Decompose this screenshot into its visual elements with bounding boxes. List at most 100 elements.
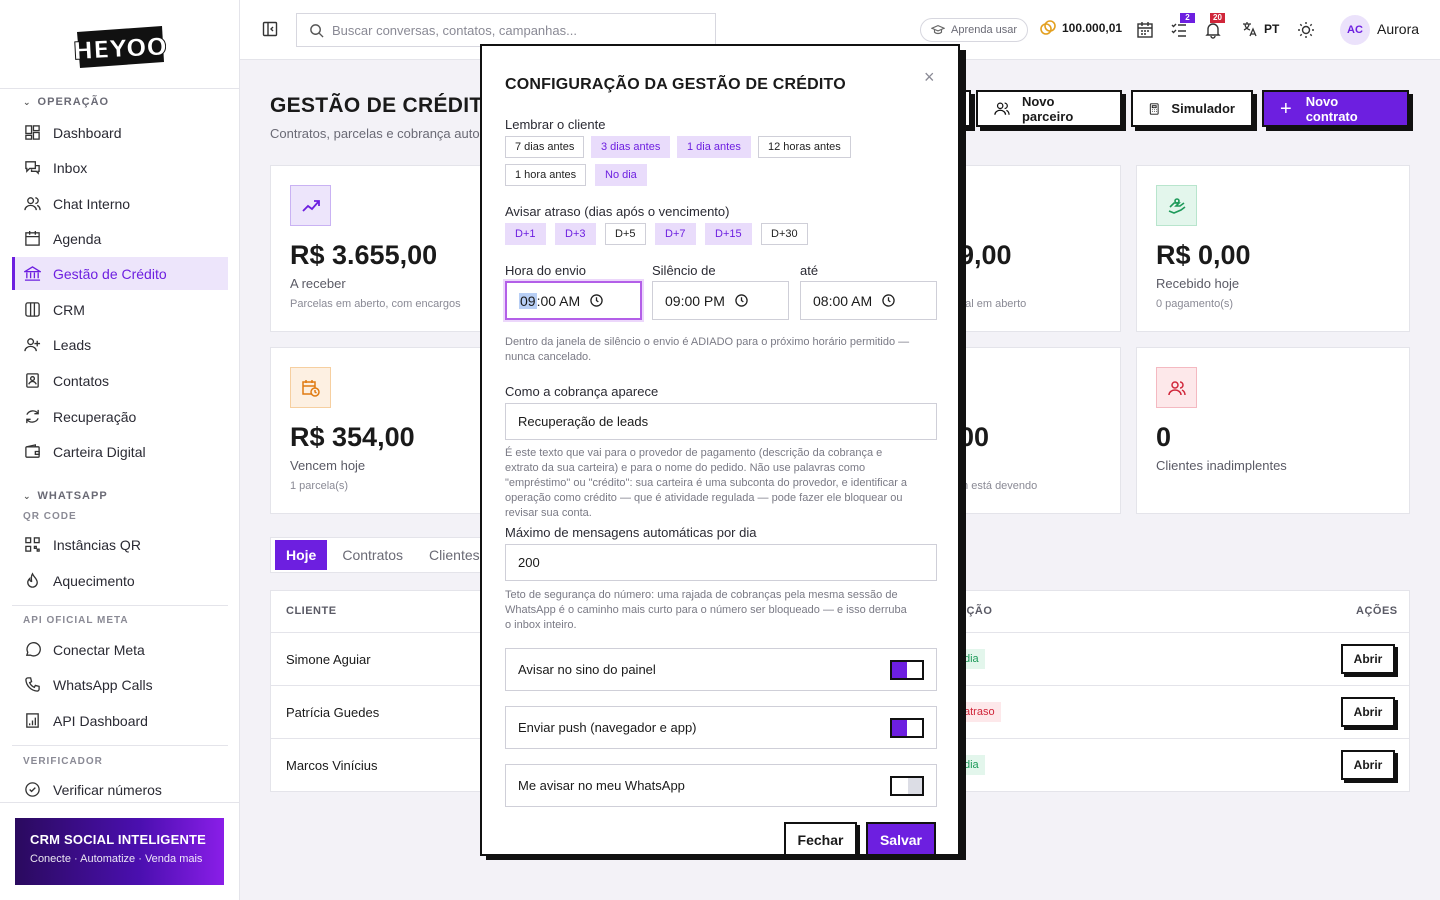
graduation-cap-icon [931,25,945,35]
sidebar-toggle-icon[interactable] [262,21,278,37]
search-input[interactable] [332,22,692,38]
remind-chip-12h[interactable]: 12 horas antes [758,136,851,158]
sidebar-item-aquecimento[interactable]: Aquecimento [12,564,228,597]
sidebar-item-crm[interactable]: CRM [12,293,228,326]
clock-icon[interactable] [882,294,895,307]
open-button[interactable]: Abrir [1341,644,1395,674]
client-name: Patrícia Guedes [286,705,380,720]
sidebar-item-contatos[interactable]: Contatos [12,364,228,397]
late-chip-d7[interactable]: D+7 [655,223,696,245]
heyoo-logo[interactable]: HEYOO [74,22,166,72]
sun-icon[interactable] [1297,21,1315,39]
send-time-input[interactable]: 09:00 AM [505,281,642,320]
task-list-icon[interactable] [1170,21,1188,39]
late-chip-d30[interactable]: D+30 [761,223,808,245]
open-button[interactable]: Abrir [1341,697,1395,727]
section-whatsapp[interactable]: ⌄ WHATSAPP [23,490,108,502]
users-icon [1156,367,1197,408]
silence-to-label: até [800,263,819,278]
sidebar-item-recuperacao[interactable]: Recuperação [12,400,228,433]
simulator-button[interactable]: Simulador [1131,90,1253,127]
sidebar-item-api-dashboard[interactable]: API Dashboard [12,704,228,737]
sidebar-item-inbox[interactable]: Inbox [12,151,228,184]
flame-icon [27,572,38,588]
credits-balance[interactable]: 100.000,01 [1040,20,1122,36]
silence-from-input[interactable]: 09:00 PM [652,281,789,320]
push-notify-switch[interactable] [890,718,924,738]
late-chip-d3[interactable]: D+3 [555,223,596,245]
calendar-icon[interactable] [1136,21,1154,39]
money-hand-icon [1156,185,1197,226]
appear-input[interactable]: Recuperação de leads [505,403,937,440]
search-box[interactable] [296,13,716,47]
sidebar-item-leads[interactable]: Leads [12,328,228,361]
chevron-down-icon: ⌄ [23,96,32,107]
simulator-label: Simulador [1171,101,1235,116]
tab-hoje[interactable]: Hoje [275,540,328,570]
trending-up-icon [290,185,331,226]
modal-title: CONFIGURAÇÃO DA GESTÃO DE CRÉDITO [505,76,846,93]
close-icon[interactable]: × [924,67,935,88]
page-subtitle: Contratos, parcelas e cobrança autom [270,126,491,141]
card-value: R$ 3.655,00 [290,240,438,270]
max-messages-input[interactable]: 200 [505,544,937,581]
whatsapp-notify-switch[interactable] [890,776,924,796]
bank-icon [24,266,41,281]
section-operacao[interactable]: ⌄ OPERAÇÃO [23,96,109,108]
remind-chip-7d[interactable]: 7 dias antes [505,136,585,158]
sidebar-item-chat-interno[interactable]: Chat Interno [12,187,228,220]
tab-contratos[interactable]: Contratos [331,540,414,570]
sidebar-item-gestao-credito[interactable]: Gestão de Crédito [12,257,228,290]
columns-icon [25,302,40,317]
qr-code-icon [25,537,40,552]
tasks-badge: 2 [1180,13,1195,23]
new-partner-button[interactable]: Novo parceiro [976,90,1122,127]
card-inadimplentes: 0 Clientes inadimplentes [1136,347,1410,514]
appear-label: Como a cobrança aparece [505,384,659,399]
sidebar-item-dashboard[interactable]: Dashboard [12,116,228,149]
clock-icon[interactable] [735,294,748,307]
avatar[interactable]: AC [1340,15,1370,45]
late-chip-d1[interactable]: D+1 [505,223,546,245]
svg-text:HEYOO: HEYOO [74,33,166,66]
toggle-row-sino[interactable]: Avisar no sino do painel [505,648,937,691]
toggle-row-push[interactable]: Enviar push (navegador e app) [505,706,937,749]
users-icon [994,102,1010,115]
promo-subtitle: Conecte · Automatize · Venda mais [30,853,203,865]
learn-button[interactable]: Aprenda usar [920,18,1029,42]
save-button[interactable]: Salvar [866,822,936,854]
remind-chip-3d[interactable]: 3 dias antes [591,136,671,158]
silence-from-value: 09:00 PM [665,292,725,309]
report-icon [26,713,39,728]
late-chip-d15[interactable]: D+15 [705,223,752,245]
language-selector[interactable]: PT [1242,21,1279,37]
column-header-client: CLIENTE [286,605,337,617]
sidebar-item-whatsapp-calls[interactable]: WhatsApp Calls [12,668,228,701]
new-partner-label: Novo parceiro [1021,93,1074,124]
sidebar-divider [12,605,228,606]
promo-banner[interactable]: CRM SOCIAL INTELIGENTE Conecte · Automat… [15,818,224,885]
user-name[interactable]: Aurora [1377,21,1419,37]
toggle-row-whatsapp[interactable]: Me avisar no meu WhatsApp [505,764,937,807]
sidebar-item-agenda[interactable]: Agenda [12,222,228,255]
bell-icon[interactable] [1204,21,1222,39]
sidebar-item-conectar-meta[interactable]: Conectar Meta [12,633,228,666]
remind-chip-no-dia[interactable]: No dia [595,164,647,186]
card-label: Clientes inadimplentes [1156,458,1287,473]
credits-value: 100.000,01 [1062,21,1123,35]
bell-notify-switch[interactable] [890,660,924,680]
calculator-icon [1149,102,1159,115]
sidebar-item-instancias-qr[interactable]: Instâncias QR [12,528,228,561]
open-button[interactable]: Abrir [1341,750,1395,780]
late-chip-d5[interactable]: D+5 [605,223,646,245]
remind-chip-1h[interactable]: 1 hora antes [505,164,587,186]
tabs: Hoje Contratos Clientes [270,537,490,573]
remind-chip-1d[interactable]: 1 dia antes [677,136,751,158]
toggle-label: Me avisar no meu WhatsApp [518,778,685,793]
silence-to-input[interactable]: 08:00 AM [800,281,937,320]
clock-icon[interactable] [590,294,603,307]
new-contract-button[interactable]: + Novo contrato [1262,90,1409,127]
sidebar-item-carteira[interactable]: Carteira Digital [12,435,228,468]
close-button[interactable]: Fechar [784,822,857,854]
max-label: Máximo de mensagens automáticas por dia [505,525,757,540]
